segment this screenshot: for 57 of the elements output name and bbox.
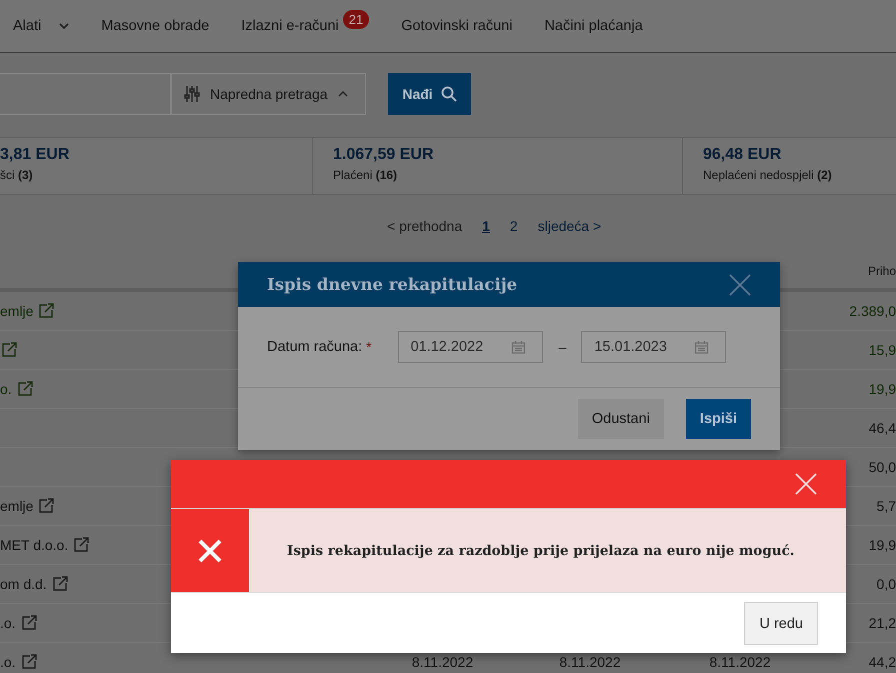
customer-name[interactable]: MET d.o.o. <box>0 537 68 553</box>
amount-cell: 5,7 <box>876 498 896 514</box>
customer-name[interactable]: .o. <box>0 615 16 631</box>
summary-label: šci (3) <box>0 168 34 182</box>
error-x-icon <box>198 538 222 562</box>
range-separator: – <box>558 339 566 355</box>
amount-cell: 0,0 <box>876 576 896 592</box>
close-icon <box>794 472 818 496</box>
print-button[interactable]: Ispiši <box>686 399 751 439</box>
nav-item[interactable]: Alati <box>13 18 42 34</box>
amount-cell: 15,9 <box>868 342 896 358</box>
amount-cell: 19,9 <box>868 537 896 553</box>
amount-cell: 21,2 <box>868 615 896 631</box>
required-mark: * <box>366 339 372 355</box>
date-cell: 8.11.2022 <box>412 654 474 670</box>
amount-cell: 44,2 <box>868 654 896 670</box>
nav-item[interactable]: Načini plaćanja <box>544 18 643 34</box>
previous-link[interactable]: < prethodna <box>387 218 462 234</box>
summary-amount: 3,81 EUR <box>0 146 70 164</box>
amount-cell: 2.389,0 <box>849 303 896 319</box>
customer-name[interactable]: emlje <box>0 498 34 514</box>
amount-cell: 50,0 <box>868 459 896 475</box>
page-link[interactable]: 2 <box>510 218 518 234</box>
cancel-button[interactable]: Odustani <box>578 399 664 439</box>
next-link[interactable]: sljedeća > <box>538 218 602 234</box>
date-cell: 8.11.2022 <box>709 654 771 670</box>
advanced-search-button[interactable]: Napredna pretraga <box>171 73 366 115</box>
date-field[interactable]: 15.01.2023 <box>581 331 726 363</box>
customer-name[interactable]: o. <box>0 381 12 397</box>
column-header: Priho <box>866 264 896 278</box>
calendar-icon <box>510 340 526 354</box>
nav-item[interactable]: Gotovinski računi <box>401 18 512 34</box>
dialog-title: Ispis dnevne rekapitulacije <box>267 275 518 294</box>
nav-item[interactable]: Izlazni e-računi <box>241 18 339 34</box>
customer-name[interactable]: .o. <box>0 654 16 670</box>
summary-label: Neplaćeni nedospjeli (2) <box>703 168 833 182</box>
amount-cell: 46,4 <box>868 420 896 436</box>
amount-cell: 19,9 <box>868 381 896 397</box>
ok-button[interactable]: U redu <box>744 602 818 645</box>
summary-amount: 1.067,59 EUR <box>333 146 435 164</box>
page-link[interactable]: 1 <box>482 218 490 234</box>
nav-item[interactable]: Masovne obrade <box>101 18 210 34</box>
date-cell: 8.11.2022 <box>559 654 621 670</box>
customer-name[interactable]: om d.d. <box>0 576 47 592</box>
date-field[interactable]: 01.12.2022 <box>398 331 543 363</box>
summary-label: Plaćeni (16) <box>333 168 398 182</box>
count-badge: 21 <box>342 10 370 28</box>
close-icon <box>728 272 752 296</box>
error-message: Ispis rekapitulacije za razdoblje prije prijelaza na euro nije moguć. <box>287 542 794 558</box>
sliders-icon <box>184 85 200 103</box>
summary-amount: 96,48 EUR <box>703 146 782 164</box>
customer-name[interactable]: emlje <box>0 303 34 319</box>
search-icon <box>440 86 457 102</box>
find-button[interactable]: Nađi <box>388 73 471 115</box>
close-button[interactable] <box>728 272 752 296</box>
field-label: Datum računa: <box>267 339 362 355</box>
calendar-icon <box>694 340 710 354</box>
